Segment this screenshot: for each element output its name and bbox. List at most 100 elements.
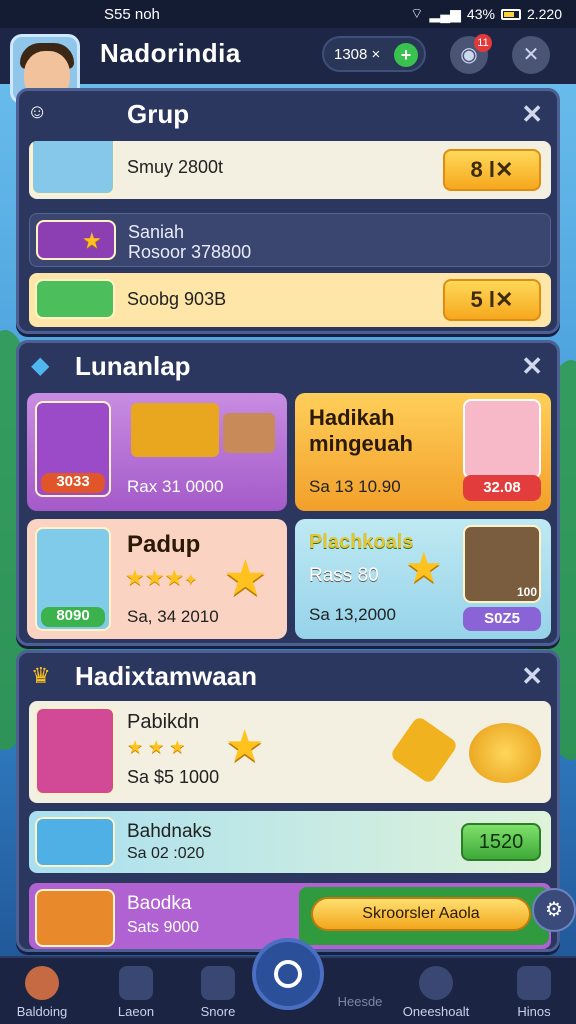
card-3-label: Sa, 34 2010 [127,607,219,626]
page-title: Nadorindia [100,38,241,68]
trophy-icon: ♛ [31,663,51,688]
card-4-sub: Rass 80 [309,565,379,586]
nav-item-5[interactable]: Oneeshoalt [400,966,472,1019]
hadiktam-row-1-label: Sa $5 1000 [127,767,220,787]
group-row-3-label: Soobg 903B [127,289,227,309]
hadiktam-row-2-label: Sa 02 :020 [127,845,205,862]
treasure-box-icon [223,413,275,453]
nav-item-4[interactable]: Heesde [324,994,396,1009]
profile-icon [25,966,59,1000]
gold-chest-icon [131,403,219,457]
group-close-icon[interactable]: ✕ [521,99,543,130]
lunanlap-title: Lunanlap [75,351,191,381]
card-2-label: Sa 13 10.90 [309,477,401,496]
card-3-badge: 8090 [41,607,105,627]
group-title: Grup [127,99,190,129]
gem-icon: ◆ [31,352,50,379]
card-3[interactable]: 8090 Padup ★★★✦ ★ Sa, 34 2010 [27,519,287,639]
card-4-title: Plachkoals [309,531,414,553]
card-3-title: Padup [127,531,201,558]
center-wheel-button[interactable] [252,938,324,1010]
key-thumb [35,817,115,867]
close-icon: ✕ [522,44,540,66]
group-row-2[interactable]: ★ Saniah Rosoor 378800 [29,213,551,267]
card-1-label: Rax 31 0000 [127,477,224,496]
coin-balance[interactable]: 1308 × + [322,36,426,72]
hadiktam-title: Hadixtamwaan [75,661,258,691]
nav-item-6-label: Hinos [517,1004,551,1019]
group-row-2-label: Saniah [128,222,185,242]
nav-item-4-label: Heesde [337,994,383,1009]
group-row-1-label: Smuy 2800t [127,157,224,177]
card-2-title: Hadikah mingeuah [309,405,413,456]
nav-item-3-label: Snore [200,1004,236,1019]
hadiktam-row-3-label: Sats 9000 [127,919,200,936]
status-time: S55 noh [104,5,160,23]
card-1[interactable]: 3033 Rax 31 0000 [27,393,287,511]
portrait-star-thumb: ★ [36,220,116,260]
top-bar: Nadorindia 1308 × + ◉ 11 ✕ [0,28,576,104]
bottom-nav: Baldoing Laeon Snore Heesde Oneeshoalt H… [0,938,576,1024]
smile-icon: ☺ [27,101,48,123]
card-4-badge: S0Z5 [463,607,541,631]
inbox-icon [517,966,551,1000]
businessman-thumb [35,707,115,795]
nav-item-3[interactable]: Snore [182,966,254,1019]
coin-value: 1308 × [334,45,381,63]
group-row-1-button[interactable]: 8 l✕ [443,149,541,191]
card-4[interactable]: Plachkoals Rass 80 ★ 100 Sa 13,2000 S0Z5 [295,519,551,639]
hadiktam-row-2[interactable]: Bahdnaks Sa 02 :020 1520 [29,811,551,873]
group-row-3-button[interactable]: 5 l✕ [443,279,541,321]
notification-button[interactable]: ◉ 11 [450,34,492,74]
battery-percent: 43% [466,6,495,22]
notification-badge: 11 [474,34,492,52]
compass-thumb [35,279,115,319]
signal-icon: ▂▄▆ [429,5,461,22]
big-star-icon: ★ [223,550,268,606]
girl-thumb [463,399,541,479]
coin-pile-icon [469,723,541,783]
hadiktam-row-2-button[interactable]: 1520 [461,823,541,861]
battery-icon [500,8,521,20]
trophy-gold-icon [389,715,459,785]
store-icon [201,966,235,1000]
lunanlap-close-icon[interactable]: ✕ [521,351,543,382]
hadiktam-close-icon[interactable]: ✕ [521,661,543,692]
explorer-thumb: 3033 [35,401,111,497]
hadiktam-row-1-title: Pabikdn [127,711,200,733]
status-clock: 2.220 [526,6,562,22]
card-1-badge: 3033 [41,473,105,493]
explorer-thumb-2: 8090 [35,527,111,631]
hadiktam-row-1[interactable]: Pabikdn ★ ★ ★ Sa $5 1000 ★ [29,701,551,803]
portrait-thumb [31,141,115,195]
group-row-3[interactable]: Soobg 903B 5 l✕ [29,273,551,327]
add-coins-button[interactable]: + [394,43,418,67]
status-bar: S55 noh ⌔ ▂▄▆ 43% 2.220 [0,0,576,28]
group-row-1[interactable]: Smuy 2800t 8 l✕ [29,141,551,199]
wheel-icon [274,960,302,988]
hadiktam-row-3-button[interactable]: Skroorsler Aaola [311,897,531,931]
nav-item-1-label: Baldoing [16,1004,68,1019]
home-icon [119,966,153,1000]
rating-stars-2: ★ ★ ★ [127,737,186,757]
discord-icon [419,966,453,1000]
lunanlap-panel: ◆ Lunanlap ✕ 3033 Rax 31 0000 Hadikah mi… [16,340,560,646]
nav-item-6[interactable]: Hinos [498,966,570,1019]
hadiktam-row-2-title: Bahdnaks [127,821,212,842]
close-button[interactable]: ✕ [512,36,550,74]
nav-item-5-label: Oneeshoalt [402,1004,470,1019]
card-2-badge: 32.08 [463,475,541,501]
explorer-thumb-3: 100 [463,525,541,603]
side-gear-button[interactable]: ⚙ [532,888,576,932]
boy-thumb [35,889,115,947]
card-4-count: 100 [516,585,537,599]
group-row-2-sublabel: Rosoor 378800 [128,242,252,262]
card-2[interactable]: Hadikah mingeuah Sa 13 10.90 32.08 [295,393,551,511]
hadiktam-panel: ♛ Hadixtamwaan ✕ Pabikdn ★ ★ ★ Sa $5 100… [16,650,560,952]
card-4-label: Sa 13,2000 [309,605,396,624]
wifi-icon: ⌔ [410,5,424,21]
smiling-star-icon: ★ [405,544,443,591]
star-icon: ★ [82,228,102,253]
nav-item-2[interactable]: Laeon [100,966,172,1019]
nav-item-1[interactable]: Baldoing [6,966,78,1019]
